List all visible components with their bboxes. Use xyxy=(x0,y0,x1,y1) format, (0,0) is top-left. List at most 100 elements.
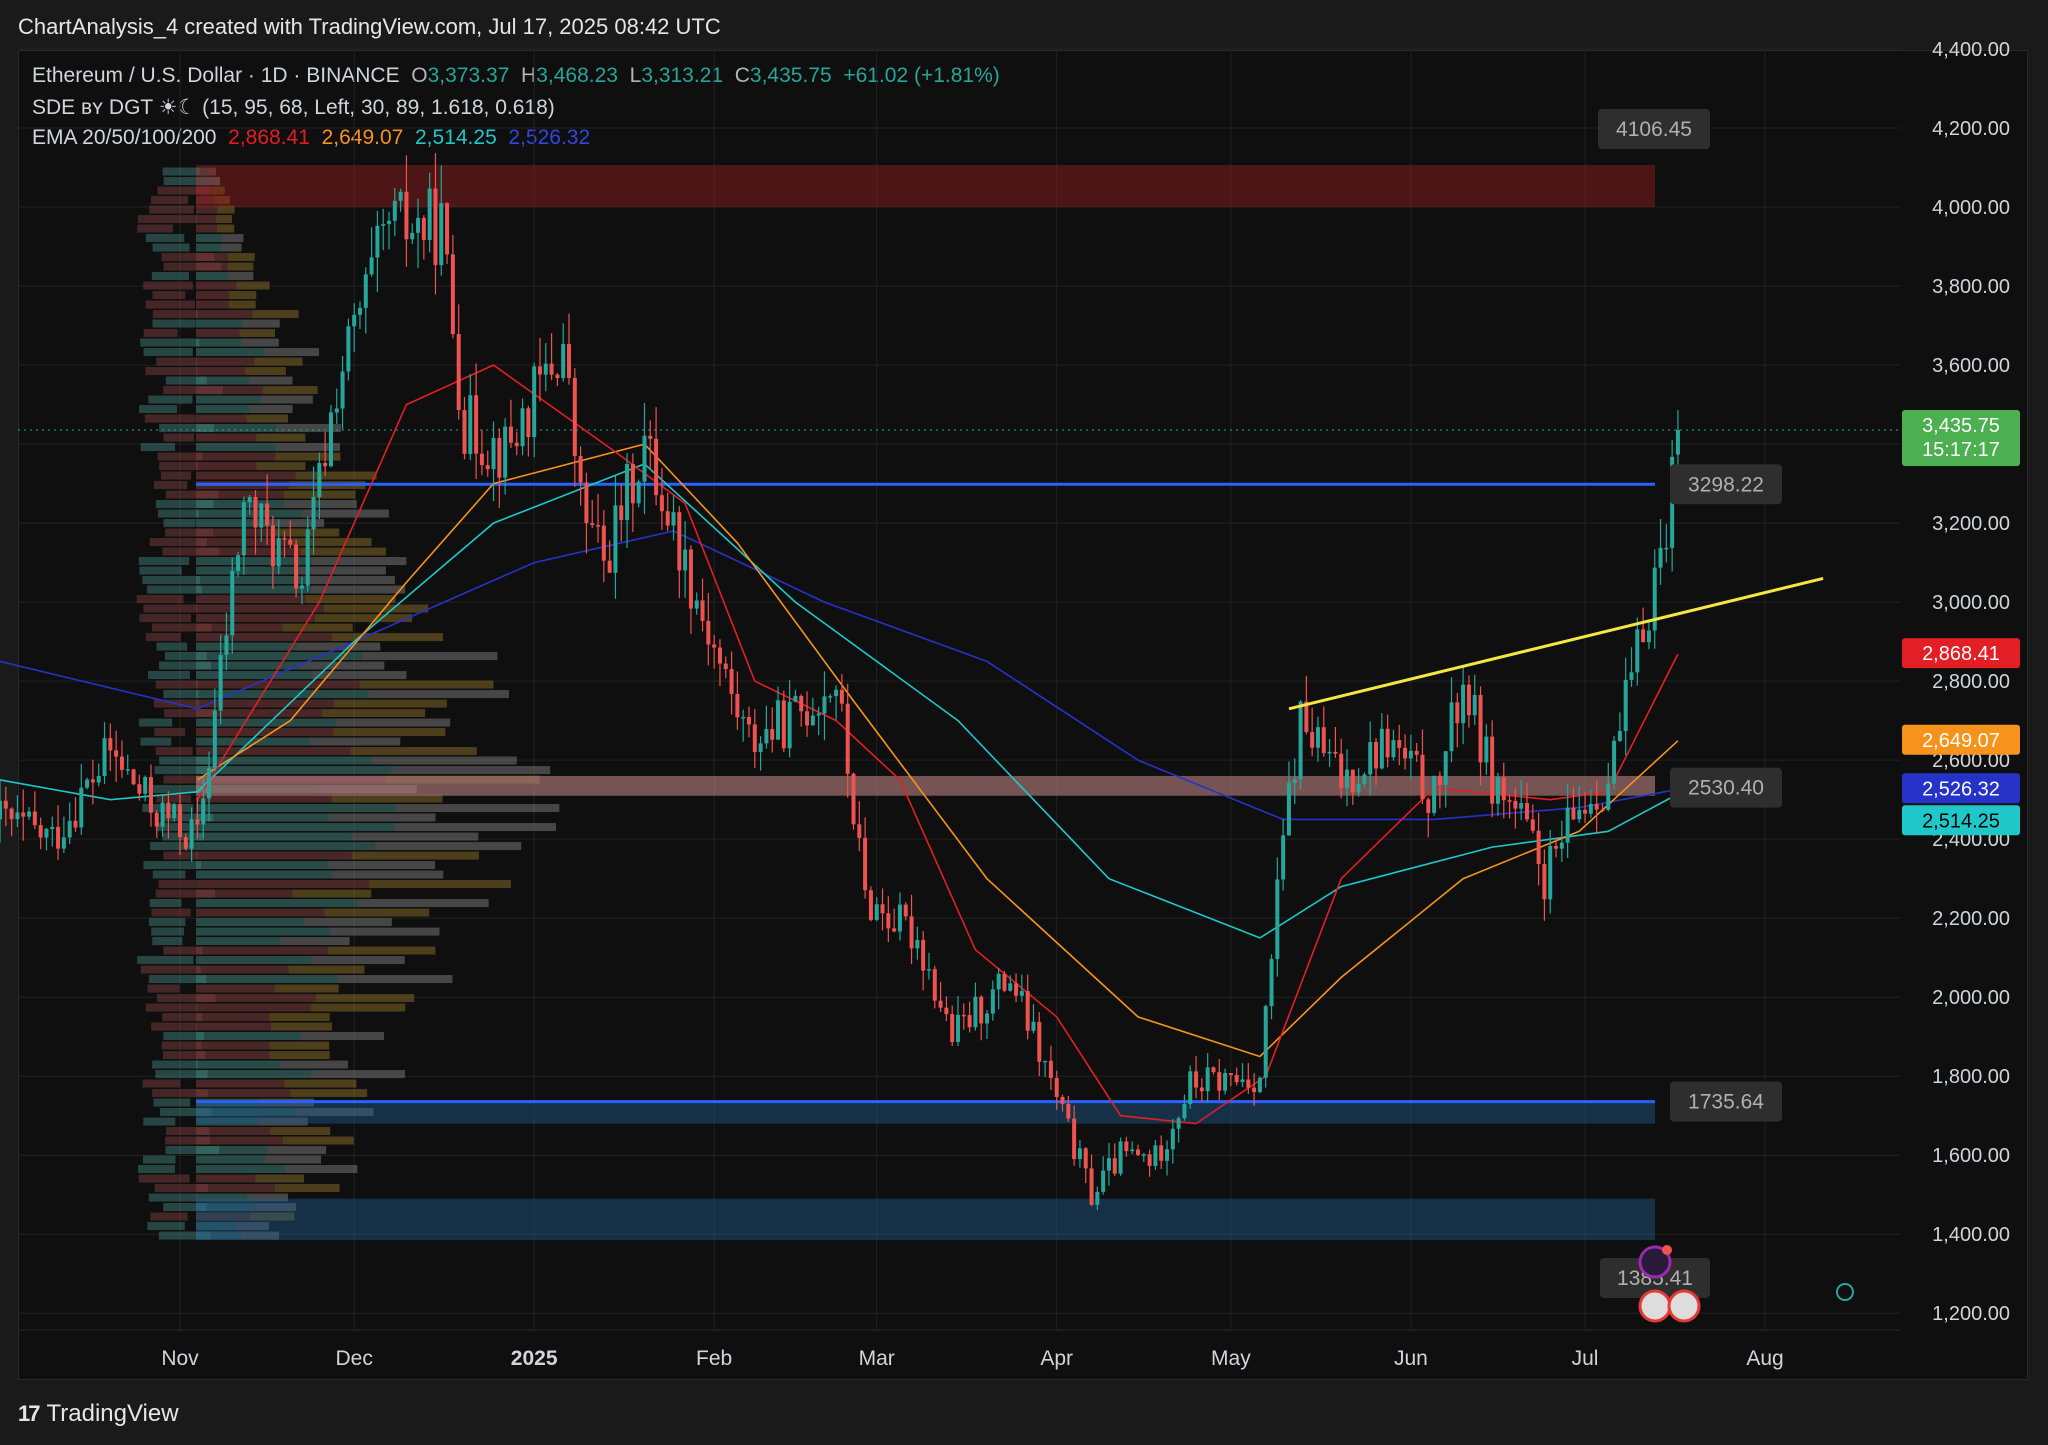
volume-profile-bar xyxy=(142,576,200,585)
volume-profile-bar xyxy=(222,234,244,243)
volume-profile-bar xyxy=(139,614,192,623)
candle-body xyxy=(166,802,171,819)
volume-profile-bar xyxy=(228,253,255,262)
volume-profile-bar xyxy=(143,329,178,338)
volume-profile-bar xyxy=(140,338,200,347)
candle-body xyxy=(584,482,589,524)
volume-profile-bar xyxy=(196,272,228,281)
candle-body xyxy=(1466,684,1471,716)
volume-profile-bar xyxy=(196,1060,280,1069)
volume-profile-bar xyxy=(146,585,202,594)
us-flag-icon xyxy=(1667,1289,1701,1323)
volume-profile-bar xyxy=(196,414,247,423)
volume-profile-bar xyxy=(149,899,182,908)
candle-body xyxy=(305,529,310,586)
candle-body xyxy=(735,693,740,718)
volume-profile-bar xyxy=(155,500,214,509)
volume-profile-bar xyxy=(350,747,477,756)
volume-profile-bar xyxy=(153,481,188,490)
candle-body xyxy=(1153,1145,1158,1166)
volume-profile-bar xyxy=(331,633,444,642)
candle-body xyxy=(839,689,844,704)
candle-body xyxy=(96,775,101,783)
candle-body xyxy=(822,696,827,714)
volume-profile-bar xyxy=(159,661,212,670)
candle-body xyxy=(1641,629,1646,643)
volume-profile-bar xyxy=(153,1098,191,1107)
candle-body xyxy=(1455,702,1460,724)
volume-profile-bar xyxy=(163,690,199,699)
volume-profile-bar xyxy=(196,300,229,309)
volume-profile-bar xyxy=(196,234,223,243)
candle-body xyxy=(456,334,461,411)
candle-body xyxy=(1635,629,1640,673)
candle-body xyxy=(44,828,49,838)
candle-body xyxy=(776,700,781,740)
candle-body xyxy=(636,481,641,504)
price-chart[interactable]: 1,200.00 1,400.00 1,600.00 1,800.00 2,000.00… xyxy=(0,0,2048,1445)
candle-body xyxy=(1484,736,1489,763)
volume-profile-bar xyxy=(394,823,557,832)
volume-profile-bar xyxy=(217,224,235,233)
volume-profile-bar xyxy=(196,1032,300,1041)
volume-profile-bar xyxy=(300,566,386,575)
volume-profile-bar xyxy=(157,994,216,1003)
candle-body xyxy=(1315,727,1320,748)
volume-profile-bar xyxy=(331,794,443,803)
candle-body xyxy=(1275,879,1280,960)
candle-body xyxy=(1507,800,1512,802)
candle-body xyxy=(514,442,519,447)
candle-body xyxy=(746,716,751,725)
candle-body xyxy=(1170,1128,1175,1150)
volume-profile-bar xyxy=(196,595,306,604)
candle-body xyxy=(549,363,554,375)
candle-body xyxy=(108,738,113,751)
candle-body xyxy=(1054,1077,1059,1098)
candle-body xyxy=(1135,1149,1140,1155)
ema-price-tag-text: 2,514.25 xyxy=(1922,810,2000,832)
volume-profile-bar xyxy=(314,614,413,623)
candle-body xyxy=(369,257,374,275)
y-axis-tick-label: 4,200.00 xyxy=(1932,118,2010,140)
candle-body xyxy=(1321,727,1326,754)
candle-body xyxy=(265,503,270,526)
candle-body xyxy=(1112,1158,1117,1174)
candle-body xyxy=(921,939,926,971)
volume-profile-bar xyxy=(351,832,479,841)
candle-body xyxy=(259,503,264,528)
ema-price-tag-text: 2,649.07 xyxy=(1922,730,2000,752)
volume-profile-bar xyxy=(239,329,276,338)
x-axis-tick-label: Dec xyxy=(336,1347,373,1370)
candle-body xyxy=(1031,1021,1036,1031)
candle-body xyxy=(950,1014,955,1042)
candle-body xyxy=(56,826,61,849)
candle-body xyxy=(1014,983,1019,996)
tradingview-brand[interactable]: 17 TradingView xyxy=(18,1400,179,1428)
volume-profile-bar xyxy=(137,956,194,965)
candle-body xyxy=(1554,845,1559,849)
volume-profile-bar xyxy=(149,205,194,214)
volume-profile-bar xyxy=(163,946,203,955)
candle-body xyxy=(218,654,223,711)
volume-profile-bar xyxy=(196,946,328,955)
volume-profile-bar xyxy=(196,661,300,670)
volume-profile-bar xyxy=(158,880,196,889)
volume-profile-bar xyxy=(337,975,453,984)
candle-body xyxy=(816,713,821,716)
volume-profile-bar xyxy=(138,718,173,727)
candle-body xyxy=(363,274,368,308)
volume-profile-bar xyxy=(196,642,298,651)
zone-label-text: 2530.40 xyxy=(1688,777,1764,800)
candle-body xyxy=(1211,1067,1216,1073)
volume-profile-bar xyxy=(151,927,185,936)
volume-profile-bar xyxy=(249,376,293,385)
volume-profile-bar xyxy=(143,281,193,290)
candle-body xyxy=(1612,740,1617,784)
y-axis-tick-label: 3,000.00 xyxy=(1932,592,2010,614)
tradingview-logo-icon: 17 xyxy=(18,1401,41,1426)
candle-body xyxy=(311,496,316,530)
volume-profile-bar xyxy=(148,1193,197,1202)
y-axis-tick-label: 3,800.00 xyxy=(1932,276,2010,298)
candle-body xyxy=(143,777,148,794)
candle-body xyxy=(1629,672,1634,680)
